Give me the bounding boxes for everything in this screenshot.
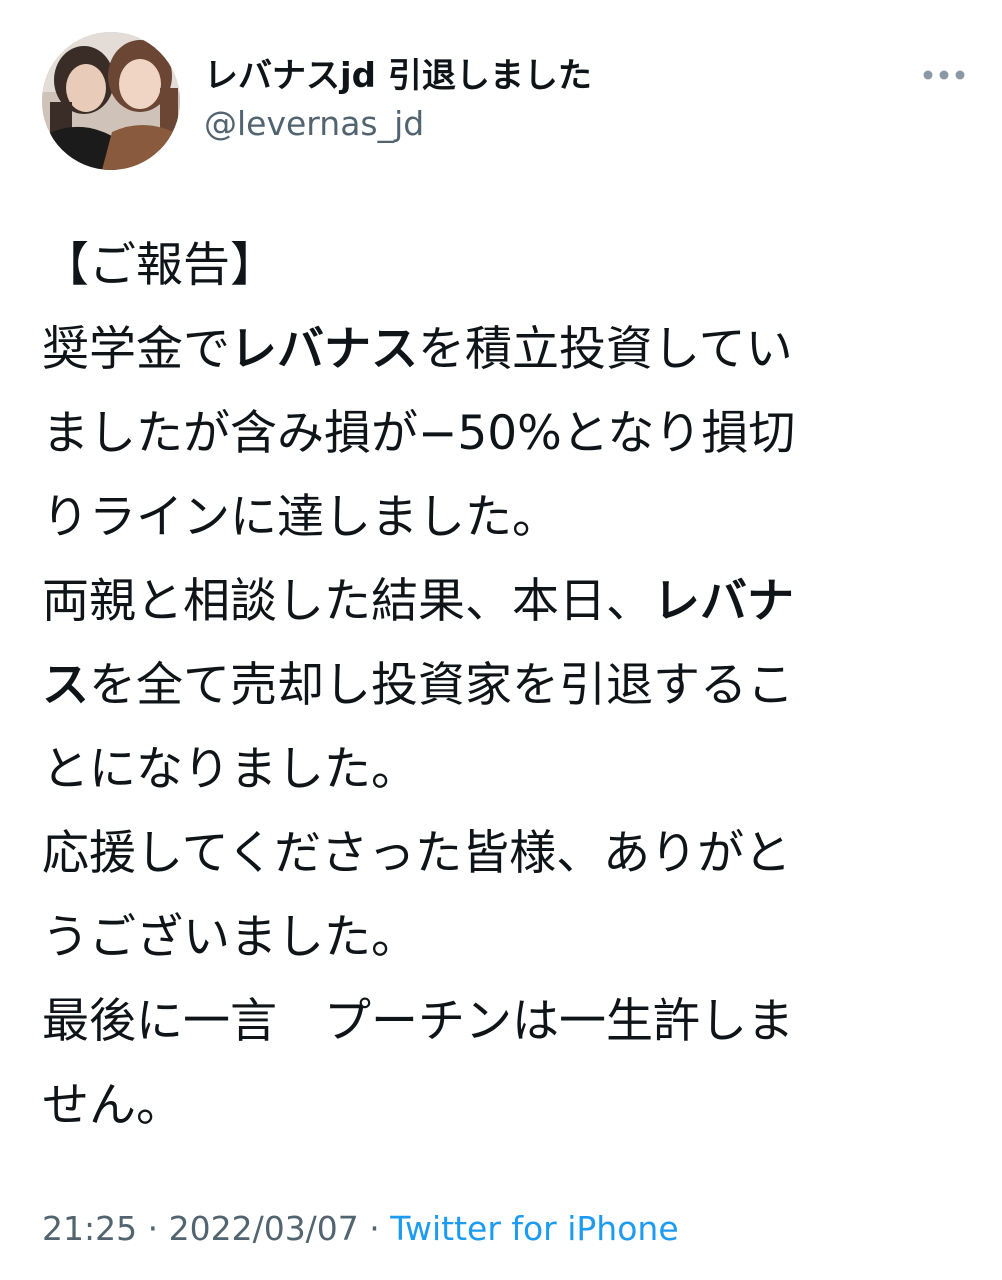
- user-handle[interactable]: @levernas_jd: [204, 102, 592, 146]
- tweet-text-line: スを全て売却し投資家を引退するこ: [42, 644, 942, 728]
- tweet-text-line: とになりました。: [42, 728, 942, 812]
- tweet-text-bold: ス: [42, 658, 89, 713]
- tweet-text-line: 応援してくださった皆様、ありがと: [42, 812, 942, 896]
- tweet-text-segment: を積立投資してい: [418, 322, 793, 377]
- user-info: レバナスjd 引退しました @levernas_jd: [204, 54, 592, 146]
- tweet-text-line: 奨学金でレバナスを積立投資してい: [42, 308, 942, 392]
- tweet-text-segment: 応援してくださった皆様、ありがと: [42, 826, 792, 881]
- tweet-text-segment: りラインに達しました。: [42, 490, 559, 545]
- tweet-text-segment: 【ご報告】: [42, 238, 277, 293]
- tweet-text-segment: とになりました。: [42, 742, 418, 797]
- tweet-text-line: 最後に一言 プーチンは一生許しま: [42, 980, 942, 1064]
- tweet-text-segment: 奨学金で: [42, 322, 230, 377]
- tweet-time[interactable]: 21:25: [42, 1209, 137, 1248]
- tweet-text-segment: を全て売却し投資家を引退するこ: [89, 658, 794, 713]
- meta-separator: ·: [147, 1209, 169, 1248]
- tweet-text-line: うございました。: [42, 896, 942, 980]
- tweet-source-link[interactable]: Twitter for iPhone: [390, 1209, 678, 1248]
- tweet-text-line: 両親と相談した結果、本日、レバナ: [42, 560, 942, 644]
- tweet-text-segment: ましたが含み損が−50%となり損切: [42, 406, 796, 461]
- tweet-text-segment: うございました。: [42, 910, 418, 965]
- tweet-text-line: 【ご報告】: [42, 224, 942, 308]
- tweet-text-segment: 最後に一言 プーチンは一生許しま: [42, 994, 794, 1049]
- avatar[interactable]: [42, 32, 180, 170]
- tweet-text-segment: せん。: [42, 1078, 183, 1133]
- tweet-text-line: せん。: [42, 1064, 942, 1148]
- tweet-text-line: ましたが含み損が−50%となり損切: [42, 392, 942, 476]
- tweet-header: レバナスjd 引退しました @levernas_jd: [42, 32, 965, 172]
- tweet-text-line: りラインに達しました。: [42, 476, 942, 560]
- tweet-date[interactable]: 2022/03/07: [169, 1209, 359, 1248]
- more-options-button[interactable]: [922, 60, 966, 90]
- tweet-text-bold: レバナス: [230, 322, 418, 377]
- tweet-text-segment: 両親と相談した結果、本日、: [42, 574, 653, 629]
- display-name[interactable]: レバナスjd 引退しました: [204, 54, 592, 98]
- tweet-text-bold: レバナ: [653, 574, 794, 629]
- meta-separator: ·: [369, 1209, 391, 1248]
- tweet-meta: 21:25 · 2022/03/07 · Twitter for iPhone: [42, 1204, 679, 1254]
- tweet-text: 【ご報告】 奨学金でレバナスを積立投資してい ましたが含み損が−50%となり損切 りラ…: [42, 224, 942, 1148]
- avatar-image: [42, 32, 180, 170]
- more-dots-icon: [923, 70, 965, 80]
- tweet: レバナスjd 引退しました @levernas_jd 【ご報告】 奨学金でレバナス…: [0, 0, 1002, 1280]
